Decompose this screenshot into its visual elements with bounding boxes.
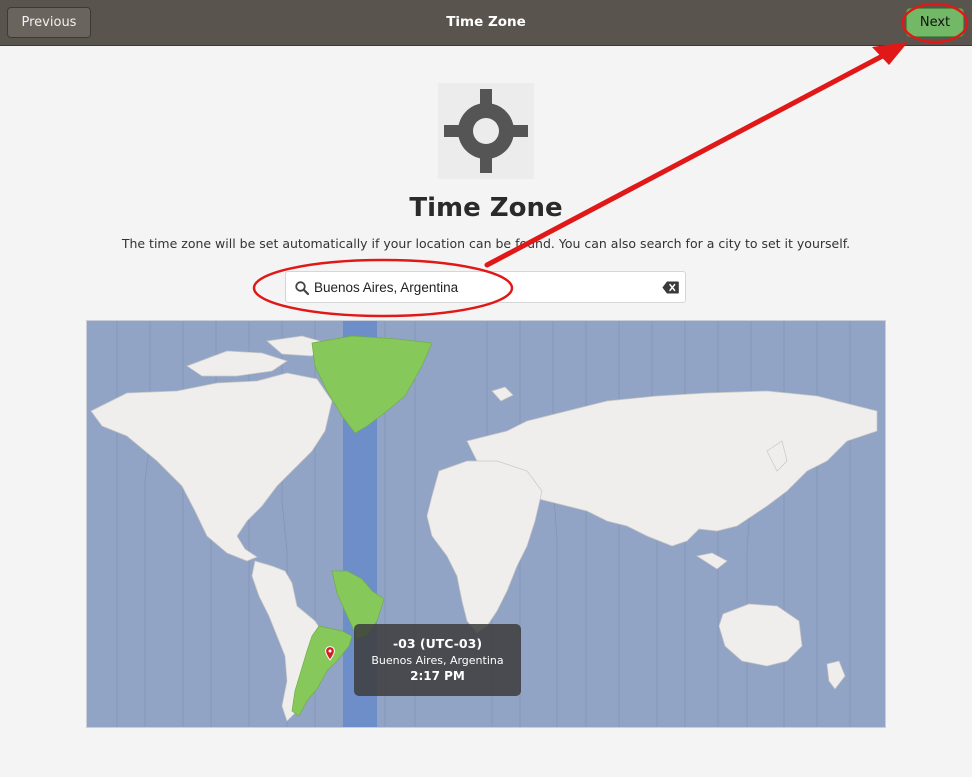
city-label: Buenos Aires, Argentina xyxy=(371,654,504,667)
city-search-field[interactable] xyxy=(285,271,686,303)
page-description: The time zone will be set automatically … xyxy=(121,236,851,251)
search-input[interactable] xyxy=(314,272,644,302)
locate-icon xyxy=(438,83,534,179)
annotation-arrow xyxy=(484,49,893,268)
next-button[interactable]: Next xyxy=(906,8,964,37)
page-title: Time Zone xyxy=(409,193,563,223)
header-bar: Previous Time Zone Next xyxy=(0,0,972,46)
timezone-tooltip: -03 (UTC-03) Buenos Aires, Argentina 2:1… xyxy=(354,624,521,696)
map-pin-icon xyxy=(325,646,335,661)
search-icon xyxy=(295,281,310,296)
timezone-label: -03 (UTC-03) xyxy=(392,636,483,651)
window-title: Time Zone xyxy=(446,14,526,30)
clear-icon[interactable] xyxy=(662,281,679,294)
local-time: 2:17 PM xyxy=(410,669,465,683)
